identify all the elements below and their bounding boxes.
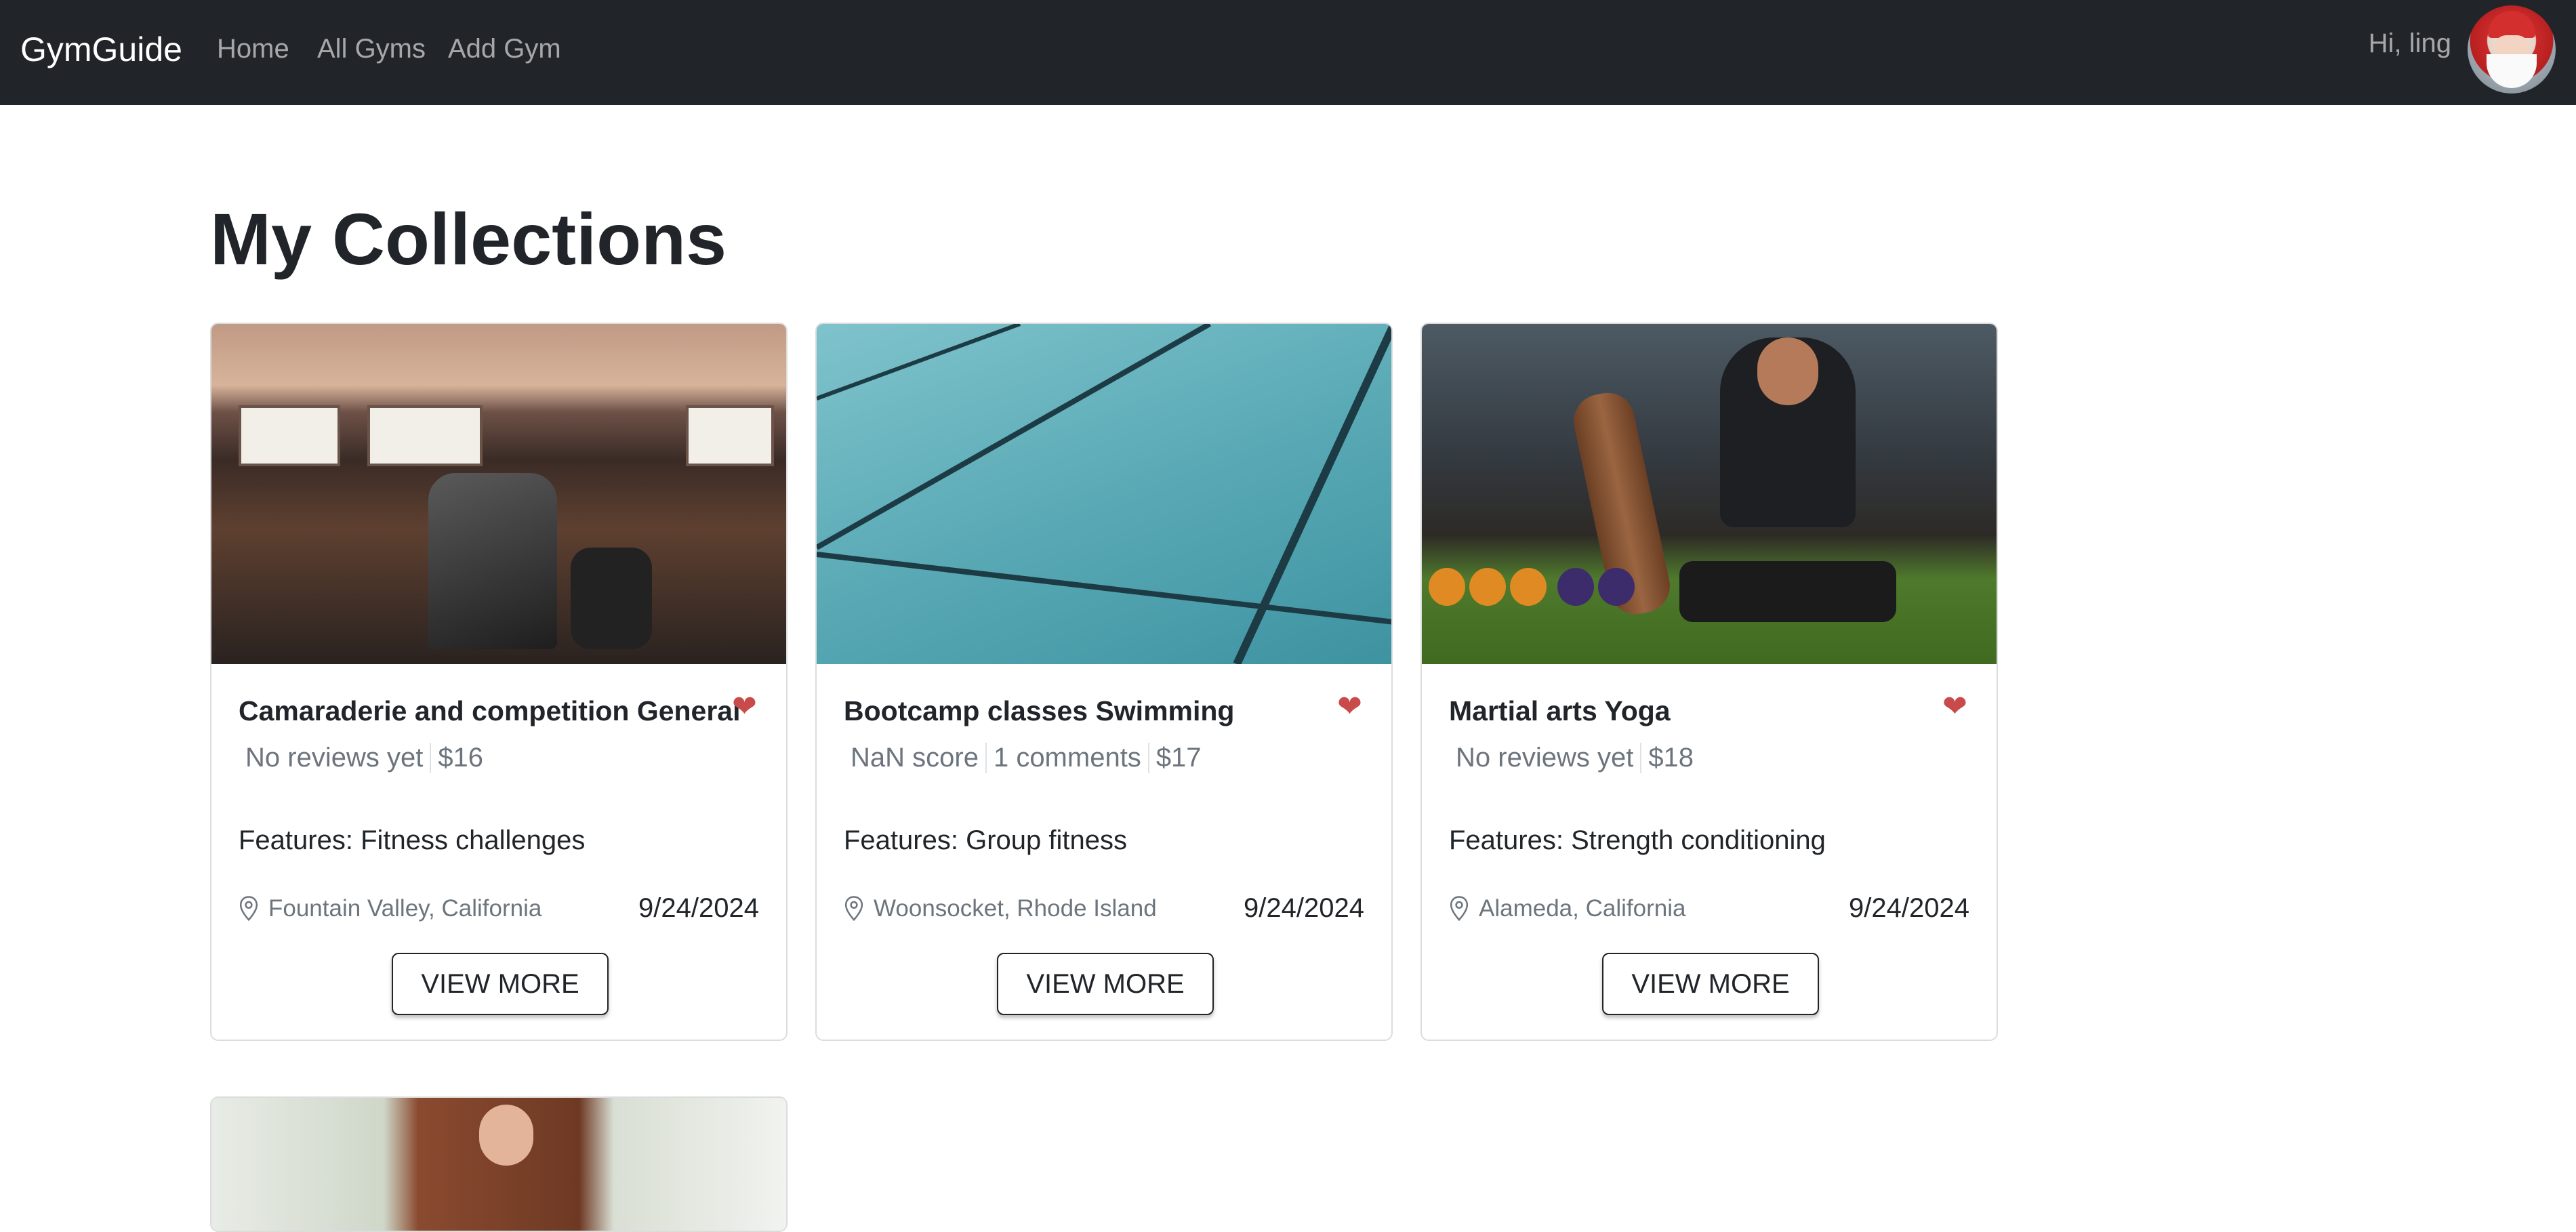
gym-meta: No reviews yet $18 <box>1456 743 1700 773</box>
review-status: No reviews yet <box>1456 743 1634 773</box>
gym-image <box>211 324 786 664</box>
gym-features: Features: Fitness challenges <box>239 825 586 855</box>
view-more-button[interactable]: VIEW MORE <box>997 953 1214 1015</box>
gym-date: 9/24/2024 <box>638 893 759 923</box>
gym-features: Features: Strength conditioning <box>1449 825 1826 855</box>
avatar[interactable] <box>2468 5 2556 94</box>
gym-location: Woonsocket, Rhode Island <box>844 895 1157 922</box>
gym-meta: NaN score 1 comments $17 <box>851 743 1208 773</box>
navbar: GymGuide Home All Gyms Add Gym Hi, ling <box>0 0 2576 105</box>
price: $16 <box>430 743 490 773</box>
score: NaN score <box>851 743 979 773</box>
view-more-button[interactable]: VIEW MORE <box>1602 953 1819 1015</box>
review-status: No reviews yet <box>245 743 424 773</box>
heart-icon[interactable]: ❤ <box>1337 692 1362 722</box>
view-more-button[interactable]: VIEW MORE <box>392 953 609 1015</box>
gym-date: 9/24/2024 <box>1849 893 1969 923</box>
gym-card: Camaraderie and competition General ❤ No… <box>210 323 788 1041</box>
gym-features: Features: Group fitness <box>844 825 1127 855</box>
gym-meta: No reviews yet $16 <box>245 743 490 773</box>
gym-card: Martial arts Yoga ❤ No reviews yet $18 F… <box>1420 323 1998 1041</box>
map-pin-icon <box>844 896 863 922</box>
gym-date: 9/24/2024 <box>1244 893 1364 923</box>
gym-location: Alameda, California <box>1449 895 1685 922</box>
nav-link-add-gym[interactable]: Add Gym <box>448 34 561 64</box>
nav-link-home[interactable]: Home <box>217 34 289 64</box>
location-text: Woonsocket, Rhode Island <box>874 895 1157 922</box>
gym-image <box>817 324 1391 664</box>
brand-link[interactable]: GymGuide <box>20 30 182 69</box>
gym-title[interactable]: Bootcamp classes Swimming <box>844 695 1234 727</box>
gym-image <box>1422 324 1997 664</box>
comment-count: 1 comments <box>985 743 1148 773</box>
gym-title[interactable]: Camaraderie and competition General <box>239 695 741 727</box>
nav-link-all-gyms[interactable]: All Gyms <box>317 34 426 64</box>
location-text: Fountain Valley, California <box>268 895 542 922</box>
gym-card <box>210 1096 788 1232</box>
price: $18 <box>1640 743 1700 773</box>
page-title: My Collections <box>210 198 727 280</box>
gym-image <box>211 1098 786 1231</box>
heart-icon[interactable]: ❤ <box>732 692 757 722</box>
location-text: Alameda, California <box>1479 895 1686 922</box>
heart-icon[interactable]: ❤ <box>1942 692 1967 722</box>
user-greeting: Hi, ling <box>2368 28 2451 58</box>
gym-title[interactable]: Martial arts Yoga <box>1449 695 1671 727</box>
map-pin-icon <box>1450 896 1469 922</box>
gym-location: Fountain Valley, California <box>239 895 541 922</box>
gym-card: Bootcamp classes Swimming ❤ NaN score 1 … <box>815 323 1393 1041</box>
map-pin-icon <box>239 896 258 922</box>
price: $17 <box>1147 743 1208 773</box>
